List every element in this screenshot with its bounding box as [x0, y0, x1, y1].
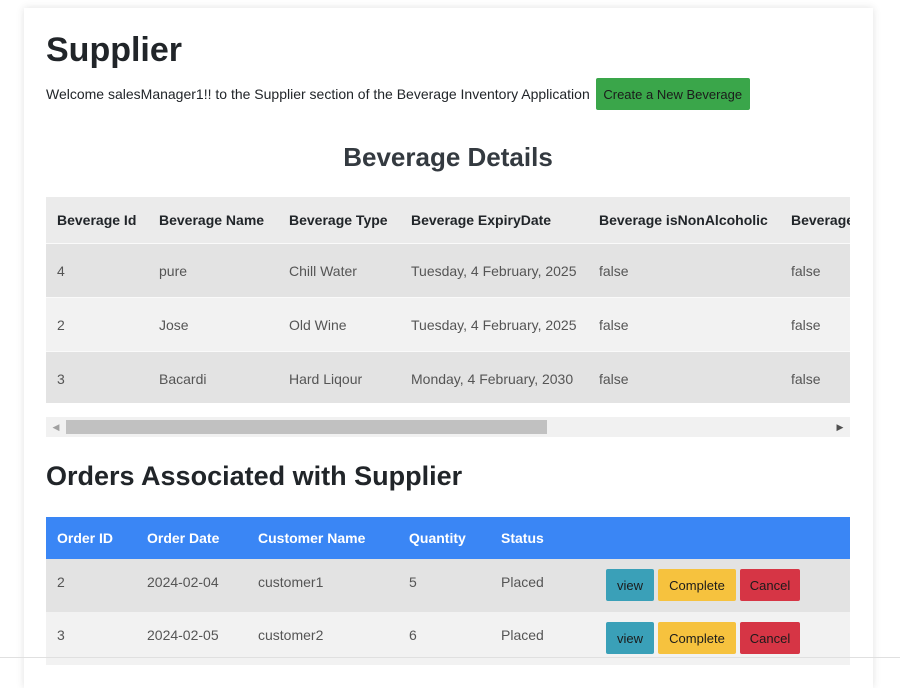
beverage-header-row: Beverage Id Beverage Name Beverage Type …	[46, 197, 850, 244]
cell-customer-name: customer2	[258, 627, 324, 643]
complete-button[interactable]: Complete	[658, 622, 736, 654]
cell-type: Old Wine	[278, 297, 400, 352]
cell-order-date: 2024-02-05	[147, 627, 219, 643]
scroll-right-icon[interactable]: ▶	[830, 417, 850, 437]
col-beverage-name: Beverage Name	[148, 197, 278, 244]
cell-order-date: 2024-02-04	[147, 574, 219, 590]
table-row: 2 Jose Old Wine Tuesday, 4 February, 202…	[46, 297, 850, 352]
cell-extra: false	[780, 297, 850, 352]
cell-type: Hard Liqour	[278, 351, 400, 403]
beverage-table: Beverage Id Beverage Name Beverage Type …	[46, 197, 850, 403]
complete-button[interactable]: Complete	[658, 569, 736, 601]
cell-id: 4	[46, 243, 148, 298]
page-bottom-divider	[0, 657, 900, 658]
cell-quantity: 6	[409, 627, 417, 643]
order-actions: view Complete Cancel	[606, 559, 850, 601]
welcome-row: Welcome salesManager1!! to the Supplier …	[46, 78, 750, 110]
cell-status: Placed	[501, 574, 544, 590]
cell-name: Bacardi	[148, 351, 278, 403]
cell-nonalcoholic: false	[588, 243, 780, 298]
cell-order-id: 2	[57, 574, 65, 590]
cell-extra: false	[780, 351, 850, 403]
orders-title: Orders Associated with Supplier	[46, 461, 463, 491]
col-quantity: Quantity	[398, 517, 490, 559]
col-beverage-id: Beverage Id	[46, 197, 148, 244]
col-status: Status	[490, 517, 595, 559]
table-row: 4 pure Chill Water Tuesday, 4 February, …	[46, 243, 850, 298]
cancel-button[interactable]: Cancel	[740, 622, 800, 654]
cell-expiry: Monday, 4 February, 2030	[400, 351, 588, 403]
cell-type: Chill Water	[278, 243, 400, 298]
orders-table: Order ID Order Date Customer Name Quanti…	[46, 517, 850, 665]
cell-customer-name: customer1	[258, 574, 324, 590]
cell-expiry: Tuesday, 4 February, 2025	[400, 297, 588, 352]
cancel-button[interactable]: Cancel	[740, 569, 800, 601]
orders-table-container: Order ID Order Date Customer Name Quanti…	[46, 517, 850, 666]
beverage-details-title: Beverage Details	[343, 142, 553, 172]
table-row: 3 Bacardi Hard Liqour Monday, 4 February…	[46, 351, 850, 403]
col-beverage-type: Beverage Type	[278, 197, 400, 244]
cell-order-id: 3	[57, 627, 65, 643]
cell-extra: false	[780, 243, 850, 298]
cell-quantity: 5	[409, 574, 417, 590]
cell-expiry: Tuesday, 4 February, 2025	[400, 243, 588, 298]
col-beverage-nonalcoholic: Beverage isNonAlcoholic	[588, 197, 780, 244]
view-button[interactable]: view	[606, 569, 654, 601]
welcome-message: Welcome salesManager1!! to the Supplier …	[46, 86, 590, 102]
beverage-table-container[interactable]: Beverage Id Beverage Name Beverage Type …	[46, 197, 850, 403]
scrollbar-thumb[interactable]	[66, 420, 547, 434]
view-button[interactable]: view	[606, 622, 654, 654]
cell-id: 2	[46, 297, 148, 352]
scroll-left-icon[interactable]: ◀	[46, 417, 66, 437]
cell-nonalcoholic: false	[588, 351, 780, 403]
col-beverage-expiry: Beverage ExpiryDate	[400, 197, 588, 244]
col-order-date: Order Date	[136, 517, 247, 559]
cell-status: Placed	[501, 627, 544, 643]
cell-name: Jose	[148, 297, 278, 352]
col-order-id: Order ID	[46, 517, 136, 559]
cell-name: pure	[148, 243, 278, 298]
col-actions	[595, 517, 850, 559]
col-beverage-extra: Beverage	[780, 197, 850, 244]
horizontal-scrollbar[interactable]: ◀ ▶	[46, 417, 850, 437]
orders-header-row: Order ID Order Date Customer Name Quanti…	[46, 517, 850, 559]
col-customer-name: Customer Name	[247, 517, 398, 559]
cell-nonalcoholic: false	[588, 297, 780, 352]
table-row: 2 2024-02-04 customer1 5 Placed view Com…	[46, 559, 850, 612]
cell-id: 3	[46, 351, 148, 403]
order-actions: view Complete Cancel	[606, 612, 850, 654]
page-title: Supplier	[46, 31, 183, 69]
create-beverage-button[interactable]: Create a New Beverage	[595, 78, 750, 110]
